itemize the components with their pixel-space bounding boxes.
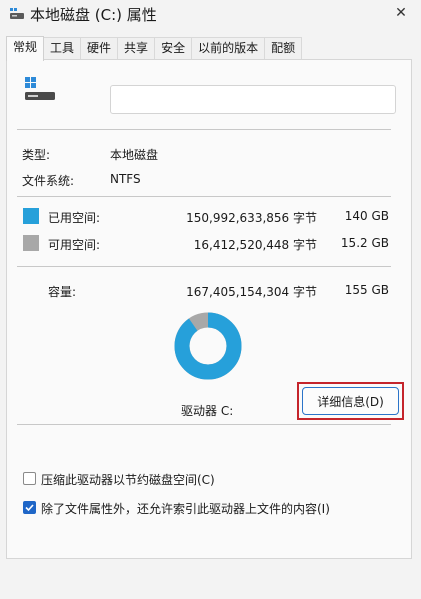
drive-letter-label: 驱动器 C: bbox=[181, 404, 234, 418]
general-panel: 类型: 本地磁盘 文件系统: NTFS 已用空间: 150,992,633,85… bbox=[6, 59, 412, 559]
type-value: 本地磁盘 bbox=[110, 148, 159, 162]
details-button[interactable]: 详细信息(D) bbox=[302, 387, 399, 415]
checkmark-icon bbox=[25, 504, 34, 512]
tab-previous-versions[interactable]: 以前的版本 bbox=[192, 37, 266, 60]
close-icon: ✕ bbox=[395, 5, 407, 21]
tab-tools[interactable]: 工具 bbox=[44, 37, 82, 60]
used-space-gb: 140 GB bbox=[344, 209, 389, 223]
used-space-bytes: 150,992,633,856 字节 bbox=[186, 211, 317, 225]
index-label[interactable]: 除了文件属性外，还允许索引此驱动器上文件的内容(I) bbox=[41, 500, 330, 517]
separator bbox=[17, 129, 391, 130]
title-bar: 本地磁盘 (C:) 属性 ✕ bbox=[0, 0, 421, 30]
capacity-label: 容量: bbox=[48, 285, 77, 299]
compress-label[interactable]: 压缩此驱动器以节约磁盘空间(C) bbox=[41, 471, 215, 488]
usage-donut-chart bbox=[174, 312, 242, 380]
details-button-highlight: 详细信息(D) bbox=[297, 382, 404, 420]
window-title: 本地磁盘 (C:) 属性 bbox=[30, 6, 157, 24]
tab-hardware[interactable]: 硬件 bbox=[81, 37, 119, 60]
compress-checkbox[interactable] bbox=[23, 472, 36, 485]
index-checkbox[interactable] bbox=[23, 501, 36, 514]
used-space-swatch bbox=[23, 208, 39, 224]
donut-used-segment bbox=[174, 312, 242, 380]
used-space-label: 已用空间: bbox=[48, 211, 101, 225]
free-space-swatch bbox=[23, 235, 39, 251]
tab-strip: 常规 工具 硬件 共享 安全 以前的版本 配额 bbox=[6, 36, 303, 61]
filesystem-label: 文件系统: bbox=[22, 174, 75, 188]
separator bbox=[17, 424, 391, 425]
capacity-gb: 155 GB bbox=[344, 283, 389, 297]
free-space-gb: 15.2 GB bbox=[340, 236, 389, 250]
separator bbox=[17, 196, 391, 197]
type-label: 类型: bbox=[22, 148, 51, 162]
drive-name-input[interactable] bbox=[110, 85, 396, 114]
filesystem-value: NTFS bbox=[110, 172, 141, 186]
capacity-bytes: 167,405,154,304 字节 bbox=[186, 285, 317, 299]
large-drive-icon bbox=[25, 73, 59, 107]
tab-general[interactable]: 常规 bbox=[6, 36, 45, 61]
tab-security[interactable]: 安全 bbox=[155, 37, 193, 60]
free-space-label: 可用空间: bbox=[48, 238, 101, 252]
free-space-bytes: 16,412,520,448 字节 bbox=[193, 238, 317, 252]
drive-icon bbox=[9, 7, 25, 21]
tab-sharing[interactable]: 共享 bbox=[118, 37, 156, 60]
separator bbox=[17, 266, 391, 267]
close-button[interactable]: ✕ bbox=[387, 0, 415, 26]
tab-quota[interactable]: 配额 bbox=[265, 37, 303, 60]
